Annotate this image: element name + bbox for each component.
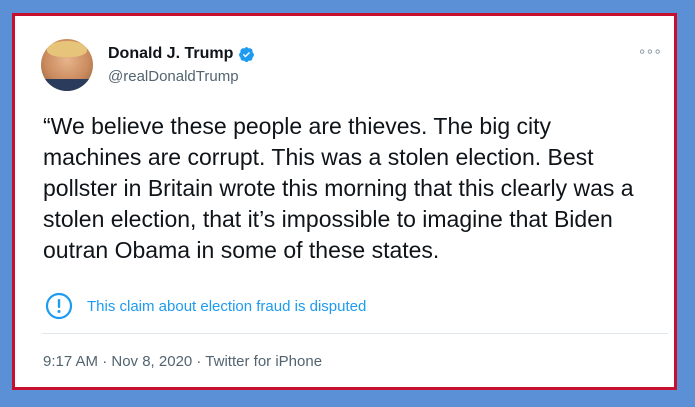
disputed-label[interactable]: This claim about election fraud is dispu…	[87, 298, 366, 315]
disputed-notice[interactable]: This claim about election fraud is dispu…	[45, 292, 366, 320]
tweet-text: “We believe these people are thieves. Th…	[43, 113, 634, 263]
author-row: Donald J. Trump	[108, 45, 255, 63]
avatar-suit	[41, 79, 93, 91]
page-background: Donald J. Trump @realDonaldTrump ∘∘∘ “We…	[0, 0, 695, 407]
divider	[42, 333, 668, 334]
verified-badge-icon	[239, 46, 255, 62]
avatar[interactable]	[41, 39, 93, 91]
display-name[interactable]: Donald J. Trump	[108, 45, 233, 63]
avatar-hair	[47, 41, 87, 57]
exclamation-circle-icon	[45, 292, 73, 320]
more-options-icon[interactable]: ∘∘∘	[638, 43, 662, 60]
red-border-frame: Donald J. Trump @realDonaldTrump ∘∘∘ “We…	[12, 13, 677, 390]
handle[interactable]: @realDonaldTrump	[108, 68, 239, 85]
tweet-meta[interactable]: 9:17 AM · Nov 8, 2020 · Twitter for iPho…	[43, 353, 322, 370]
tweet-card: Donald J. Trump @realDonaldTrump ∘∘∘ “We…	[18, 19, 671, 384]
